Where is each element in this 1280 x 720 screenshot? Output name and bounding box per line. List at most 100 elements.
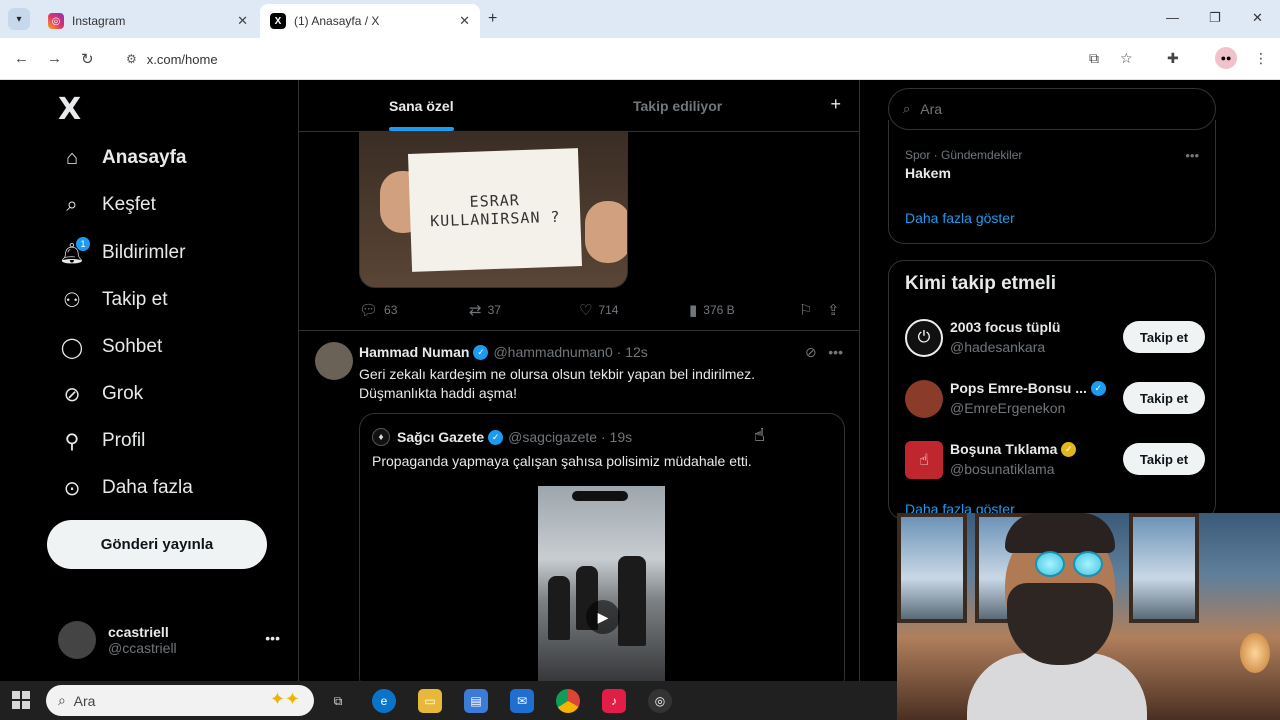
video-player[interactable]: ▶	[360, 484, 844, 681]
suggestion-handle: @EmreErgenekon	[950, 400, 1066, 416]
add-feed-icon[interactable]: +	[830, 94, 841, 115]
tab-close-icon[interactable]: ✕	[459, 13, 470, 29]
tab-title: Instagram	[72, 14, 126, 28]
quoted-tweet[interactable]: ♦ Sağcı Gazete ✓ @sagcigazete · 19s Prop…	[359, 413, 845, 681]
nav-chat[interactable]: ◯ Sohbet	[58, 327, 162, 367]
tweet-header: Hammad Numan ✓ @hammadnuman0 · 12s	[359, 344, 648, 360]
post-media-image[interactable]: ESRAR KULLANIRSAN ?	[359, 130, 628, 288]
tab-close-icon[interactable]: ✕	[237, 13, 248, 29]
close-window-icon[interactable]: ✕	[1252, 10, 1263, 26]
nav-label: Sohbet	[102, 336, 163, 357]
views-action[interactable]: ▮ 376 B	[689, 301, 735, 319]
trend-name[interactable]: Hakem	[905, 165, 951, 181]
tab-following[interactable]: Takip ediliyor	[633, 98, 722, 114]
show-more-link[interactable]: Daha fazla göster	[905, 210, 1015, 226]
sign-paper: ESRAR KULLANIRSAN ?	[407, 148, 583, 272]
more-dots-icon[interactable]: •••	[1185, 148, 1199, 163]
back-icon[interactable]: ←	[14, 50, 29, 67]
tweet-time: · 12s	[616, 344, 648, 360]
follow-suggestion[interactable]: ☝ Boşuna Tıklama ✓ @bosunatiklama Takip …	[905, 439, 1205, 483]
new-tab-icon[interactable]: +	[488, 10, 497, 28]
bookmark-star-icon[interactable]: ☆	[1120, 50, 1133, 67]
grok-icon[interactable]: ⊘	[805, 344, 817, 360]
restore-icon[interactable]: ❐	[1209, 10, 1221, 26]
outlook-icon[interactable]: ✉	[510, 689, 534, 713]
tweet-author-handle[interactable]: @hammadnuman0	[493, 344, 612, 360]
browser-menu-icon[interactable]: ⋮	[1254, 50, 1268, 67]
url-text: x.com/home	[146, 51, 218, 67]
bookmark-icon[interactable]: ⚐	[799, 301, 818, 319]
obs-icon[interactable]: ◎	[648, 689, 672, 713]
person-add-icon: ⚇	[63, 289, 81, 312]
reply-action[interactable]: 💬︎ 63	[359, 301, 397, 319]
more-dots-icon[interactable]: •••	[265, 630, 280, 646]
video-thumbnail	[538, 486, 665, 681]
repost-action[interactable]: ⇄ 37	[469, 301, 501, 319]
tweet-author-name[interactable]: Hammad Numan	[359, 344, 469, 360]
microsoft-store-icon[interactable]: ▤	[464, 689, 488, 713]
trends-box: Spor · Gündemdekiler Hakem ••• Daha fazl…	[888, 120, 1216, 244]
extensions-icon[interactable]: ✚	[1167, 50, 1179, 67]
chrome-icon[interactable]	[556, 689, 580, 713]
quote-time: · 19s	[600, 429, 633, 445]
chat-icon: ◯	[60, 336, 84, 359]
figure-shape	[618, 556, 646, 646]
tab-search-menu-icon[interactable]: ▾	[8, 8, 30, 30]
minimize-icon[interactable]: —	[1166, 10, 1179, 25]
nav-label: Profil	[102, 430, 146, 451]
browser-tab-x[interactable]: X (1) Anasayfa / X ✕	[260, 4, 480, 38]
like-action[interactable]: ♡ 714	[579, 301, 618, 319]
address-bar[interactable]: ⚙ x.com/home	[114, 43, 1144, 75]
windows-start-icon[interactable]	[12, 691, 30, 709]
more-dots-icon[interactable]: •••	[828, 344, 843, 360]
more-circle-icon: ⊙	[63, 477, 81, 500]
person-hair	[1005, 513, 1115, 553]
install-app-icon[interactable]: ⧉	[1089, 50, 1099, 67]
browser-toolbar: ← → ↻ ⚙ x.com/home ⧉ ☆ ✚ ●● ⋮	[0, 38, 1280, 80]
reply-count: 63	[384, 303, 398, 317]
follow-button[interactable]: Takip et	[1123, 443, 1205, 475]
repost-count: 37	[487, 303, 501, 317]
follow-button[interactable]: Takip et	[1123, 321, 1205, 353]
browser-tab-instagram[interactable]: ◎ Instagram ✕	[38, 4, 258, 38]
file-explorer-icon[interactable]: ▭	[418, 689, 442, 713]
who-to-follow-box: Kimi takip etmeli ⏻ 2003 focus tüplü @ha…	[888, 260, 1216, 520]
reply-icon: 💬︎	[359, 302, 379, 319]
nav-more[interactable]: ⊙ Daha fazla	[58, 468, 193, 508]
account-handle: @ccastriell	[108, 640, 177, 656]
person-icon: ⚲	[64, 430, 80, 453]
taskbar-search-input[interactable]: ⌕ Ara ✦✦	[46, 685, 314, 716]
edge-browser-icon[interactable]: e	[372, 689, 396, 713]
nav-home[interactable]: ⌂ Anasayfa	[58, 138, 187, 178]
follow-suggestion[interactable]: Pops Emre-Bonsu ... ✓ @EmreErgenekon Tak…	[905, 378, 1205, 422]
avatar	[58, 621, 96, 659]
avatar[interactable]	[315, 342, 353, 380]
profile-avatar-icon[interactable]: ●●	[1215, 47, 1237, 69]
notification-badge: 1	[76, 236, 90, 251]
nav-explore[interactable]: ⌕ Keşfet	[58, 185, 155, 225]
site-info-icon[interactable]: ⚙	[126, 52, 137, 66]
follow-suggestion[interactable]: ⏻ 2003 focus tüplü @hadesankara Takip et	[905, 317, 1205, 361]
follow-button[interactable]: Takip et	[1123, 382, 1205, 414]
share-icon[interactable]: ⇪	[827, 301, 846, 319]
tweet-text-line: Geri zekalı kardeşim ne olursa olsun tek…	[359, 366, 756, 382]
reload-icon[interactable]: ↻	[81, 50, 94, 68]
repost-icon: ⇄	[469, 302, 482, 319]
task-view-icon[interactable]: ⧉	[326, 689, 350, 713]
nav-notifications[interactable]: 🔔︎ 1 Bildirimler	[58, 233, 185, 273]
nav-follow[interactable]: ⚇ Takip et	[58, 280, 167, 320]
nav-grok[interactable]: ⊘ Grok	[58, 374, 144, 414]
window-shape	[1129, 513, 1199, 623]
tab-title: (1) Anasayfa / X	[294, 14, 380, 28]
video-top-bar	[572, 491, 628, 501]
search-input[interactable]: ⌕ Ara	[888, 88, 1216, 130]
post-button[interactable]: Gönderi yayınla	[47, 520, 267, 569]
forward-icon[interactable]: →	[47, 50, 62, 67]
search-icon: ⌕	[66, 193, 78, 216]
play-icon[interactable]: ▶	[586, 600, 620, 634]
tab-for-you[interactable]: Sana özel	[389, 98, 454, 114]
x-logo-icon[interactable]: X	[58, 92, 81, 127]
account-switcher[interactable]: ccastriell @ccastriell •••	[58, 618, 288, 662]
tiktok-icon[interactable]: ♪	[602, 689, 626, 713]
nav-profile[interactable]: ⚲ Profil	[58, 421, 146, 461]
